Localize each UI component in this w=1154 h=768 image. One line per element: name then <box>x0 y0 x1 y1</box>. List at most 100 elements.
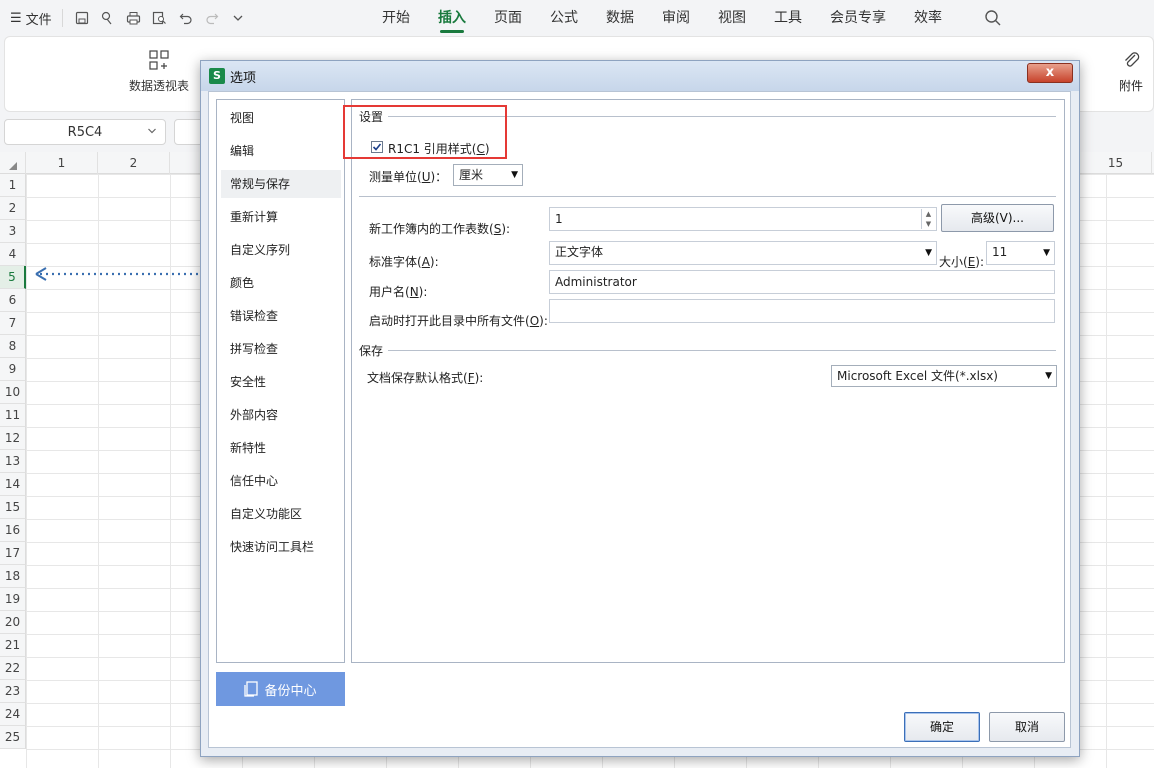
undo-icon[interactable] <box>177 9 195 27</box>
sheets-count-label: 新工作簿内的工作表数(S): <box>369 222 511 236</box>
row-header[interactable]: 25 <box>0 726 26 749</box>
redo-icon[interactable] <box>203 9 221 27</box>
tab-review[interactable]: 审阅 <box>648 0 704 36</box>
save-icon[interactable] <box>73 9 91 27</box>
chevron-down-icon <box>147 126 157 139</box>
print-preview-icon[interactable] <box>151 9 169 27</box>
nav-item-trust-center[interactable]: 信任中心 <box>221 467 341 495</box>
backup-icon <box>244 681 259 697</box>
row-header[interactable]: 7 <box>0 312 26 335</box>
nav-item-edit[interactable]: 编辑 <box>221 137 341 165</box>
nav-item-quick-access[interactable]: 快速访问工具栏 <box>221 533 341 561</box>
row-header[interactable]: 6 <box>0 289 26 312</box>
dropdown-arrow-icon: ▼ <box>511 170 518 180</box>
advanced-button[interactable]: 高级(V)... <box>941 204 1054 232</box>
default-format-label: 文档保存默认格式(F): <box>367 371 484 385</box>
startup-folder-input[interactable] <box>549 299 1055 323</box>
tab-member[interactable]: 会员专享 <box>816 0 900 36</box>
search-icon[interactable] <box>984 9 1002 27</box>
tab-view[interactable]: 视图 <box>704 0 760 36</box>
column-header[interactable]: 15 <box>1080 152 1152 174</box>
nav-item-general-save[interactable]: 常规与保存 <box>221 170 341 198</box>
pivot-table-button[interactable]: 数据透视表 <box>129 49 189 94</box>
cancel-button[interactable]: 取消 <box>989 712 1065 742</box>
sheets-count-spinner[interactable]: ▲ ▼ <box>921 209 935 229</box>
row-header[interactable]: 9 <box>0 358 26 381</box>
row-header[interactable]: 22 <box>0 657 26 680</box>
row-header[interactable]: 16 <box>0 519 26 542</box>
row-header[interactable]: 14 <box>0 473 26 496</box>
tab-insert[interactable]: 插入 <box>424 0 480 36</box>
select-all-corner[interactable] <box>0 152 26 174</box>
row-header[interactable]: 23 <box>0 680 26 703</box>
tab-home[interactable]: 开始 <box>368 0 424 36</box>
tab-page[interactable]: 页面 <box>480 0 536 36</box>
username-input[interactable]: Administrator <box>549 270 1055 294</box>
nav-item-error-check[interactable]: 错误检查 <box>221 302 341 330</box>
row-header[interactable]: 3 <box>0 220 26 243</box>
column-header[interactable]: 1 <box>26 152 98 174</box>
sheets-count-input[interactable]: 1 ▲ ▼ <box>549 207 937 231</box>
unit-select[interactable]: 厘米 ▼ <box>453 164 523 186</box>
nav-item-new-features[interactable]: 新特性 <box>221 434 341 462</box>
file-menu[interactable]: ☰ 文件 <box>0 0 62 36</box>
top-menu-bar: ☰ 文件 开始 插入 页面 公式 数据 审阅 视图 工具 会员专享 效率 <box>0 0 1154 36</box>
close-button[interactable]: x <box>1027 63 1073 83</box>
row-header[interactable]: 19 <box>0 588 26 611</box>
sheets-count-value: 1 <box>555 212 563 226</box>
row-header[interactable]: 18 <box>0 565 26 588</box>
attachment-label: 附件 <box>1119 79 1144 93</box>
nav-item-spell-check[interactable]: 拼写检查 <box>221 335 341 363</box>
column-header[interactable]: 2 <box>98 152 170 174</box>
row-header[interactable]: 11 <box>0 404 26 427</box>
section-divider <box>388 350 1056 351</box>
spinner-down-icon[interactable]: ▼ <box>922 219 935 229</box>
row-header[interactable]: 1 <box>0 174 26 197</box>
username-label: 用户名(N): <box>369 285 428 299</box>
row-header[interactable]: 13 <box>0 450 26 473</box>
default-format-select[interactable]: Microsoft Excel 文件(*.xlsx) ▼ <box>831 365 1057 387</box>
nav-item-custom-lists[interactable]: 自定义序列 <box>221 236 341 264</box>
nav-item-view[interactable]: 视图 <box>221 104 341 132</box>
spinner-up-icon[interactable]: ▲ <box>922 209 935 219</box>
username-value: Administrator <box>555 275 637 289</box>
tab-formula[interactable]: 公式 <box>536 0 592 36</box>
save-section-title: 保存 <box>359 342 388 359</box>
attachment-button[interactable]: 附件 <box>1119 49 1143 94</box>
row-header[interactable]: 8 <box>0 335 26 358</box>
backup-center-button[interactable]: 备份中心 <box>216 672 345 706</box>
standard-font-select[interactable]: 正文字体 ▼ <box>549 241 937 265</box>
quick-access-toolbar <box>61 9 247 27</box>
name-box-value: R5C4 <box>67 124 103 140</box>
standard-font-label: 标准字体(A): <box>369 255 439 269</box>
tab-efficiency[interactable]: 效率 <box>900 0 956 36</box>
row-header[interactable]: 2 <box>0 197 26 220</box>
nav-item-external-content[interactable]: 外部内容 <box>221 401 341 429</box>
row-header[interactable]: 10 <box>0 381 26 404</box>
dialog-title-bar[interactable]: S 选项 x <box>201 61 1079 91</box>
ok-button[interactable]: 确定 <box>904 712 980 742</box>
format-painter-icon[interactable] <box>99 9 117 27</box>
chevron-down-icon[interactable] <box>229 9 247 27</box>
font-size-select[interactable]: 11 ▼ <box>986 241 1055 265</box>
row-header[interactable]: 4 <box>0 243 26 266</box>
row-header[interactable]: 15 <box>0 496 26 519</box>
nav-item-security[interactable]: 安全性 <box>221 368 341 396</box>
print-icon[interactable] <box>125 9 143 27</box>
default-format-value: Microsoft Excel 文件(*.xlsx) <box>837 369 998 383</box>
row-header[interactable]: 12 <box>0 427 26 450</box>
nav-item-color[interactable]: 颜色 <box>221 269 341 297</box>
row-header[interactable]: 20 <box>0 611 26 634</box>
row-header[interactable]: 21 <box>0 634 26 657</box>
startup-folder-label: 启动时打开此目录中所有文件(O): <box>369 314 548 328</box>
row-header[interactable]: 5 <box>0 266 26 289</box>
nav-item-recalc[interactable]: 重新计算 <box>221 203 341 231</box>
row-header[interactable]: 17 <box>0 542 26 565</box>
tab-data[interactable]: 数据 <box>592 0 648 36</box>
tab-tools[interactable]: 工具 <box>760 0 816 36</box>
row-header[interactable]: 24 <box>0 703 26 726</box>
name-box[interactable]: R5C4 <box>4 119 166 145</box>
backup-center-label: 备份中心 <box>264 683 317 699</box>
section-divider <box>359 196 1056 197</box>
nav-item-custom-ribbon[interactable]: 自定义功能区 <box>221 500 341 528</box>
